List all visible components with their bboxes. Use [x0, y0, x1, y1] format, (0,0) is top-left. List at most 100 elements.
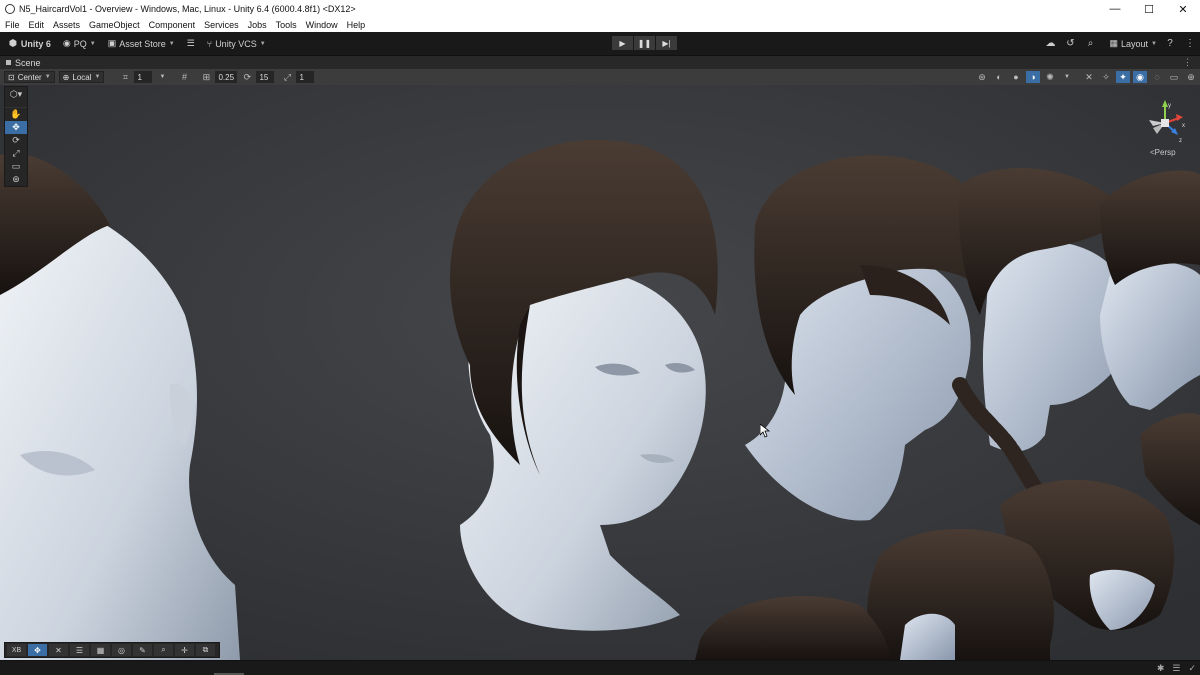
rotate-snap-icon[interactable]: ⟳ — [240, 71, 254, 83]
grid-value-field[interactable]: 1 — [134, 71, 153, 83]
vcs-dropdown[interactable]: ⑂ Unity VCS ▼ — [204, 36, 269, 52]
menu-component[interactable]: Component — [149, 20, 196, 30]
effects-icon[interactable]: ✧ — [1099, 71, 1113, 83]
close-button[interactable]: ✕ — [1166, 0, 1200, 18]
tab-scene[interactable]: Scene — [6, 58, 41, 68]
window-title: N5_HaircardVol1 - Overview - Windows, Ma… — [19, 4, 356, 14]
tools-overlay-icon[interactable]: ✕ — [49, 644, 68, 656]
pan-overlay-icon[interactable]: ✛ — [175, 644, 194, 656]
unity-logo-icon — [5, 4, 15, 14]
minimize-button[interactable]: — — [1098, 0, 1132, 18]
pivot-icon: ⊡ — [8, 72, 15, 82]
scale-snap-field[interactable]: 1 — [296, 71, 315, 83]
zoom-overlay-icon[interactable]: ⌕ — [154, 644, 173, 656]
chevron-down-icon[interactable]: ▼ — [1060, 71, 1074, 83]
transform-tool-icon[interactable]: ⊛ — [5, 173, 27, 186]
increment-snap-icon[interactable]: ⊞ — [199, 71, 213, 83]
head-bottom-center — [867, 528, 1054, 660]
move-overlay-icon[interactable]: ✥ — [28, 644, 47, 656]
shaded-icon[interactable]: ● — [1009, 71, 1023, 83]
play-button[interactable]: ▶ — [612, 36, 633, 50]
pivot-dropdown[interactable]: ⊡ Center ▼ — [4, 71, 55, 83]
snap-overlay-icon[interactable]: ⧉ — [196, 644, 215, 656]
menu-jobs[interactable]: Jobs — [248, 20, 267, 30]
more-icon[interactable]: ⋮ — [1180, 36, 1200, 52]
shaded-wireframe-icon[interactable]: ◐ — [992, 71, 1006, 83]
align-overlay-icon[interactable]: ☰ — [70, 644, 89, 656]
wireframe-icon[interactable]: ⊛ — [975, 71, 989, 83]
search-icon[interactable]: ⌕ — [1081, 36, 1101, 52]
camera-icon[interactable]: ▭ — [1167, 71, 1181, 83]
gizmo-x-label: x — [1182, 123, 1185, 129]
scene-viewport[interactable] — [0, 85, 1200, 660]
layout-icon: ▦ — [1109, 38, 1119, 48]
title-bar: N5_HaircardVol1 - Overview - Windows, Ma… — [0, 0, 1200, 18]
tab-menu-icon[interactable]: ⋮ — [1183, 57, 1192, 68]
menu-services[interactable]: Services — [204, 20, 239, 30]
menu-assets[interactable]: Assets — [53, 20, 80, 30]
space-dropdown[interactable]: ⊕ Local ▼ — [58, 71, 105, 83]
hidden-objects-icon[interactable]: ◌ — [1150, 71, 1164, 83]
chevron-down-icon: ▼ — [89, 40, 96, 47]
step-button[interactable]: ▶| — [656, 36, 677, 50]
scene-visibility-icon[interactable]: ✦ — [1116, 71, 1130, 83]
xb-button[interactable]: XB — [7, 644, 26, 656]
pivot-label: Center — [17, 72, 42, 82]
rect-tool-icon[interactable]: ▭ — [5, 160, 27, 173]
gizmo-center[interactable] — [1161, 119, 1169, 127]
paint-overlay-icon[interactable]: ✎ — [133, 644, 152, 656]
chevron-down-icon: ▼ — [44, 74, 51, 80]
gizmo-x-arrow[interactable] — [1176, 114, 1183, 121]
notifications-icon[interactable]: ☰ — [1172, 663, 1180, 674]
account-icon: ◉ — [62, 38, 71, 48]
menu-tools[interactable]: Tools — [276, 20, 297, 30]
unity-menu-button[interactable]: ⬢ Unity 6 — [6, 36, 54, 52]
menu-edit[interactable]: Edit — [29, 20, 45, 30]
scale-tool-icon[interactable]: ⤢ — [5, 147, 27, 160]
debug-draw-icon[interactable]: ◑ — [1026, 71, 1040, 83]
status-check-icon[interactable]: ✓ — [1188, 663, 1196, 674]
menu-file[interactable]: File — [5, 20, 20, 30]
tools-menu-icon[interactable]: ⬡▾ — [5, 87, 27, 102]
camera-mode-label[interactable]: <Persp — [1150, 148, 1176, 157]
grid-overlay-icon[interactable]: ▦ — [91, 644, 110, 656]
snap-value-field[interactable]: 0.25 — [215, 71, 238, 83]
asset-store-label: Asset Store — [119, 38, 166, 49]
tools-overlay: ⬡▾ ✋ ✥ ⟳ ⤢ ▭ ⊛ — [4, 86, 28, 187]
move-tool-icon[interactable]: ✥ — [5, 121, 27, 134]
gizmos-icon[interactable]: ⊕ — [1184, 71, 1198, 83]
hand-tool-icon[interactable]: ✋ — [5, 108, 27, 121]
menu-bar: File Edit Assets GameObject Component Se… — [0, 18, 1200, 32]
chevron-down-icon[interactable]: ▼ — [155, 71, 169, 83]
debug-icon[interactable]: ✱ — [1157, 663, 1165, 674]
chevron-down-icon: ▼ — [259, 40, 266, 47]
grid-snap-icon[interactable]: ⌗ — [118, 71, 132, 83]
rotate-tool-icon[interactable]: ⟳ — [5, 134, 27, 147]
chevron-down-icon: ▼ — [1151, 40, 1157, 47]
status-icons: ✱ ☰ ✓ — [1149, 663, 1196, 674]
cloud-icon[interactable]: ☁ — [1041, 36, 1061, 52]
visibility-eye-icon[interactable]: ◉ — [1133, 71, 1147, 83]
scale-snap-icon[interactable]: ⤢ — [280, 71, 294, 83]
audio-mute-icon[interactable]: ✕ — [1082, 71, 1096, 83]
history-icon[interactable]: ↺ — [1061, 36, 1081, 52]
rotate-snap-field[interactable]: 15 — [256, 71, 275, 83]
gizmo-y-label: y — [1168, 103, 1171, 109]
help-icon[interactable]: ? — [1160, 36, 1180, 52]
asset-store-dropdown[interactable]: ▣ Asset Store ▼ — [105, 36, 178, 52]
lighting-icon[interactable]: ✺ — [1043, 71, 1057, 83]
pause-button[interactable]: ❚❚ — [634, 36, 655, 50]
orientation-gizmo[interactable]: y x z — [1143, 98, 1188, 143]
layout-dropdown[interactable]: ▦ Layout ▼ — [1107, 36, 1161, 52]
menu-window[interactable]: Window — [306, 20, 338, 30]
grid-visibility-icon[interactable]: # — [177, 71, 191, 83]
main-toolbar: ⬢ Unity 6 ◉ PQ ▼ ▣ Asset Store ▼ ☰ ⑂ Uni… — [0, 32, 1200, 55]
account-dropdown[interactable]: ◉ PQ ▼ — [60, 36, 99, 52]
layers-menu-icon[interactable]: ☰ — [184, 36, 198, 52]
maximize-button[interactable]: ☐ — [1132, 0, 1166, 18]
overlay-toolbar: XB ✥ ✕ ☰ ▦ ◎ ✎ ⌕ ✛ ⧉ — [4, 642, 220, 658]
menu-gameobject[interactable]: GameObject — [89, 20, 140, 30]
menu-help[interactable]: Help — [347, 20, 366, 30]
camera-mode-text: Persp — [1154, 148, 1176, 157]
rotate-overlay-icon[interactable]: ◎ — [112, 644, 131, 656]
